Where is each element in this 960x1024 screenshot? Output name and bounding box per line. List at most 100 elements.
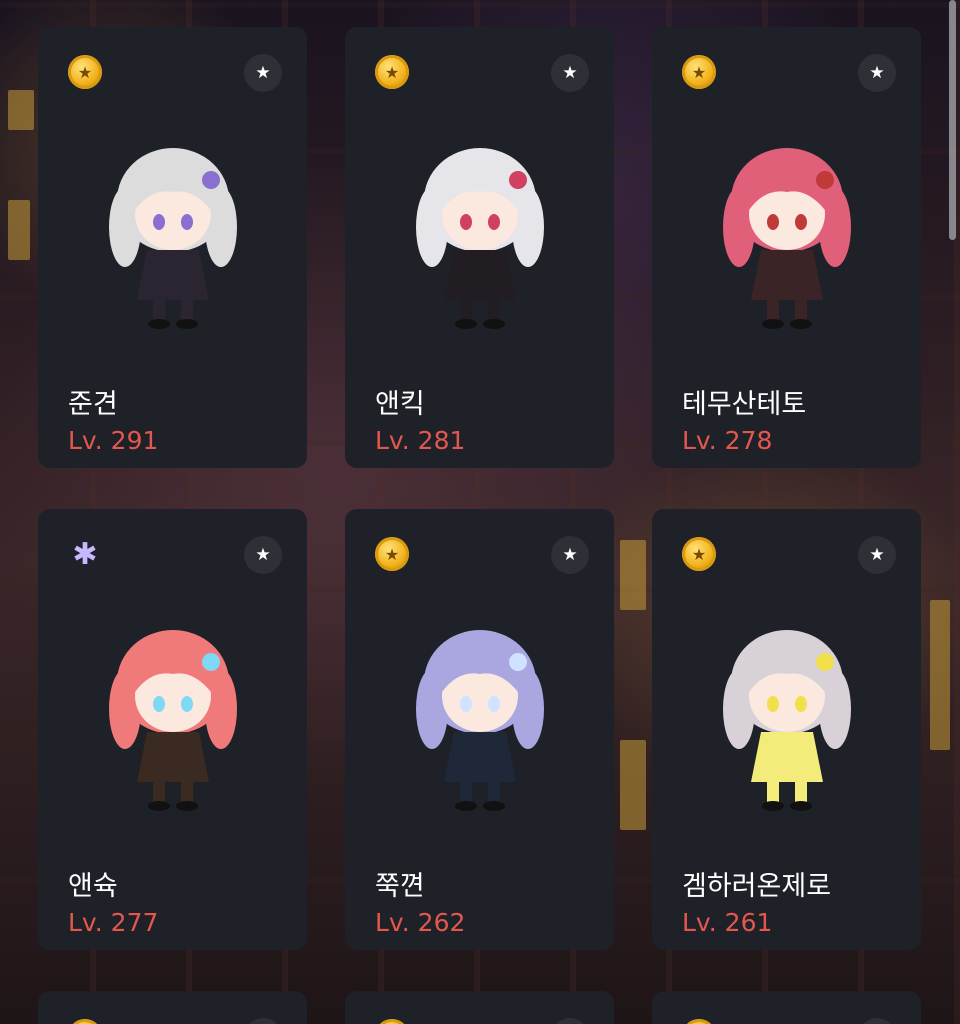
avatar-accessory	[815, 653, 834, 671]
character-avatar	[108, 148, 237, 329]
avatar-eye-left	[152, 214, 165, 230]
avatar-eye-right	[487, 214, 500, 230]
character-avatar	[722, 148, 851, 329]
background-window	[8, 90, 34, 130]
avatar-eye-left	[766, 696, 779, 712]
avatar-leg-left	[459, 782, 472, 804]
scrollbar[interactable]	[949, 0, 956, 240]
character-name: 테무산테토	[682, 389, 807, 420]
favorite-star-button[interactable]: ★	[551, 54, 589, 92]
world-icon: ★	[68, 1019, 102, 1024]
avatar-eye-right	[794, 214, 807, 230]
crystal-icon: ✱	[72, 536, 98, 572]
favorite-star-button[interactable]: ★	[244, 54, 282, 92]
avatar-hair-right	[818, 669, 851, 749]
avatar-shoe-left	[147, 801, 170, 811]
avatar-leg-right	[487, 300, 500, 322]
avatar-body	[750, 732, 823, 782]
avatar-leg-left	[766, 782, 779, 804]
avatar-body	[136, 250, 209, 300]
world-icon: ★	[375, 55, 409, 89]
avatar-eye-left	[152, 696, 165, 712]
favorite-star-button[interactable]: ★	[244, 536, 282, 574]
avatar-accessory	[815, 171, 834, 189]
favorite-star-button[interactable]: ★	[551, 536, 589, 574]
character-name: 앤킥	[375, 389, 425, 420]
avatar-leg-right	[794, 300, 807, 322]
avatar-shoe-right	[175, 801, 198, 811]
avatar-leg-left	[152, 300, 165, 322]
world-icon: ★	[375, 1019, 409, 1024]
character-level: Lv. 281	[375, 426, 466, 455]
avatar-eye-right	[487, 696, 500, 712]
favorite-star-button[interactable]: ★	[551, 1018, 589, 1024]
avatar-accessory	[508, 171, 527, 189]
character-card[interactable]: ★ ★	[345, 991, 614, 1024]
star-icon: ★	[255, 63, 271, 83]
avatar-leg-right	[794, 782, 807, 804]
character-avatar	[108, 630, 237, 811]
character-card[interactable]: ★ ★ 겜하러온제로 Lv. 261	[652, 509, 921, 950]
avatar-leg-left	[766, 300, 779, 322]
avatar-shoe-left	[761, 801, 784, 811]
star-icon: ★	[562, 63, 578, 83]
favorite-star-button[interactable]: ★	[858, 536, 896, 574]
favorite-star-button[interactable]: ★	[858, 54, 896, 92]
star-icon: ★	[869, 545, 885, 565]
character-avatar	[415, 148, 544, 329]
avatar-accessory	[201, 653, 220, 671]
character-name: 겜하러온제로	[682, 871, 832, 902]
avatar-shoe-left	[454, 801, 477, 811]
avatar-hair-right	[511, 187, 544, 267]
avatar-eye-right	[794, 696, 807, 712]
world-icon: ★	[375, 537, 409, 571]
avatar-body	[136, 732, 209, 782]
character-avatar	[415, 630, 544, 811]
avatar-shoe-left	[454, 319, 477, 329]
character-avatar	[722, 630, 851, 811]
character-level: Lv. 278	[682, 426, 773, 455]
avatar-shoe-left	[147, 319, 170, 329]
character-card[interactable]: ★ ★ 앤킥 Lv. 281	[345, 27, 614, 468]
avatar-shoe-right	[789, 801, 812, 811]
character-level: Lv. 291	[68, 426, 159, 455]
character-card[interactable]: ★ ★ 쭉껸 Lv. 262	[345, 509, 614, 950]
avatar-hair-right	[204, 187, 237, 267]
character-name: 앤슉	[68, 871, 118, 902]
avatar-eye-right	[180, 696, 193, 712]
avatar-body	[750, 250, 823, 300]
character-card[interactable]: ★ ★	[652, 991, 921, 1024]
background-window	[930, 600, 950, 750]
character-level: Lv. 261	[682, 908, 773, 937]
background-window	[8, 200, 30, 260]
avatar-shoe-right	[482, 319, 505, 329]
avatar-hair-left	[415, 669, 448, 749]
avatar-hair-left	[108, 669, 141, 749]
character-card[interactable]: ★ ★ 준견 Lv. 291	[38, 27, 307, 468]
avatar-eye-right	[180, 214, 193, 230]
character-card[interactable]: ✱ ★ 앤슉 Lv. 277	[38, 509, 307, 950]
avatar-shoe-right	[482, 801, 505, 811]
favorite-star-button[interactable]: ★	[244, 1018, 282, 1024]
avatar-shoe-left	[761, 319, 784, 329]
avatar-hair-right	[818, 187, 851, 267]
character-card[interactable]: ★ ★ 테무산테토 Lv. 278	[652, 27, 921, 468]
avatar-shoe-right	[175, 319, 198, 329]
avatar-hair-right	[511, 669, 544, 749]
avatar-leg-right	[180, 782, 193, 804]
character-level: Lv. 277	[68, 908, 159, 937]
star-icon: ★	[562, 545, 578, 565]
avatar-leg-left	[459, 300, 472, 322]
character-card[interactable]: ★ ★	[38, 991, 307, 1024]
favorite-star-button[interactable]: ★	[858, 1018, 896, 1024]
avatar-hair-right	[204, 669, 237, 749]
avatar-hair-left	[722, 669, 755, 749]
avatar-hair-left	[722, 187, 755, 267]
world-icon: ★	[68, 55, 102, 89]
avatar-accessory	[508, 653, 527, 671]
world-icon: ★	[682, 55, 716, 89]
avatar-eye-left	[766, 214, 779, 230]
world-icon: ★	[682, 1019, 716, 1024]
avatar-eye-left	[459, 214, 472, 230]
avatar-body	[443, 732, 516, 782]
